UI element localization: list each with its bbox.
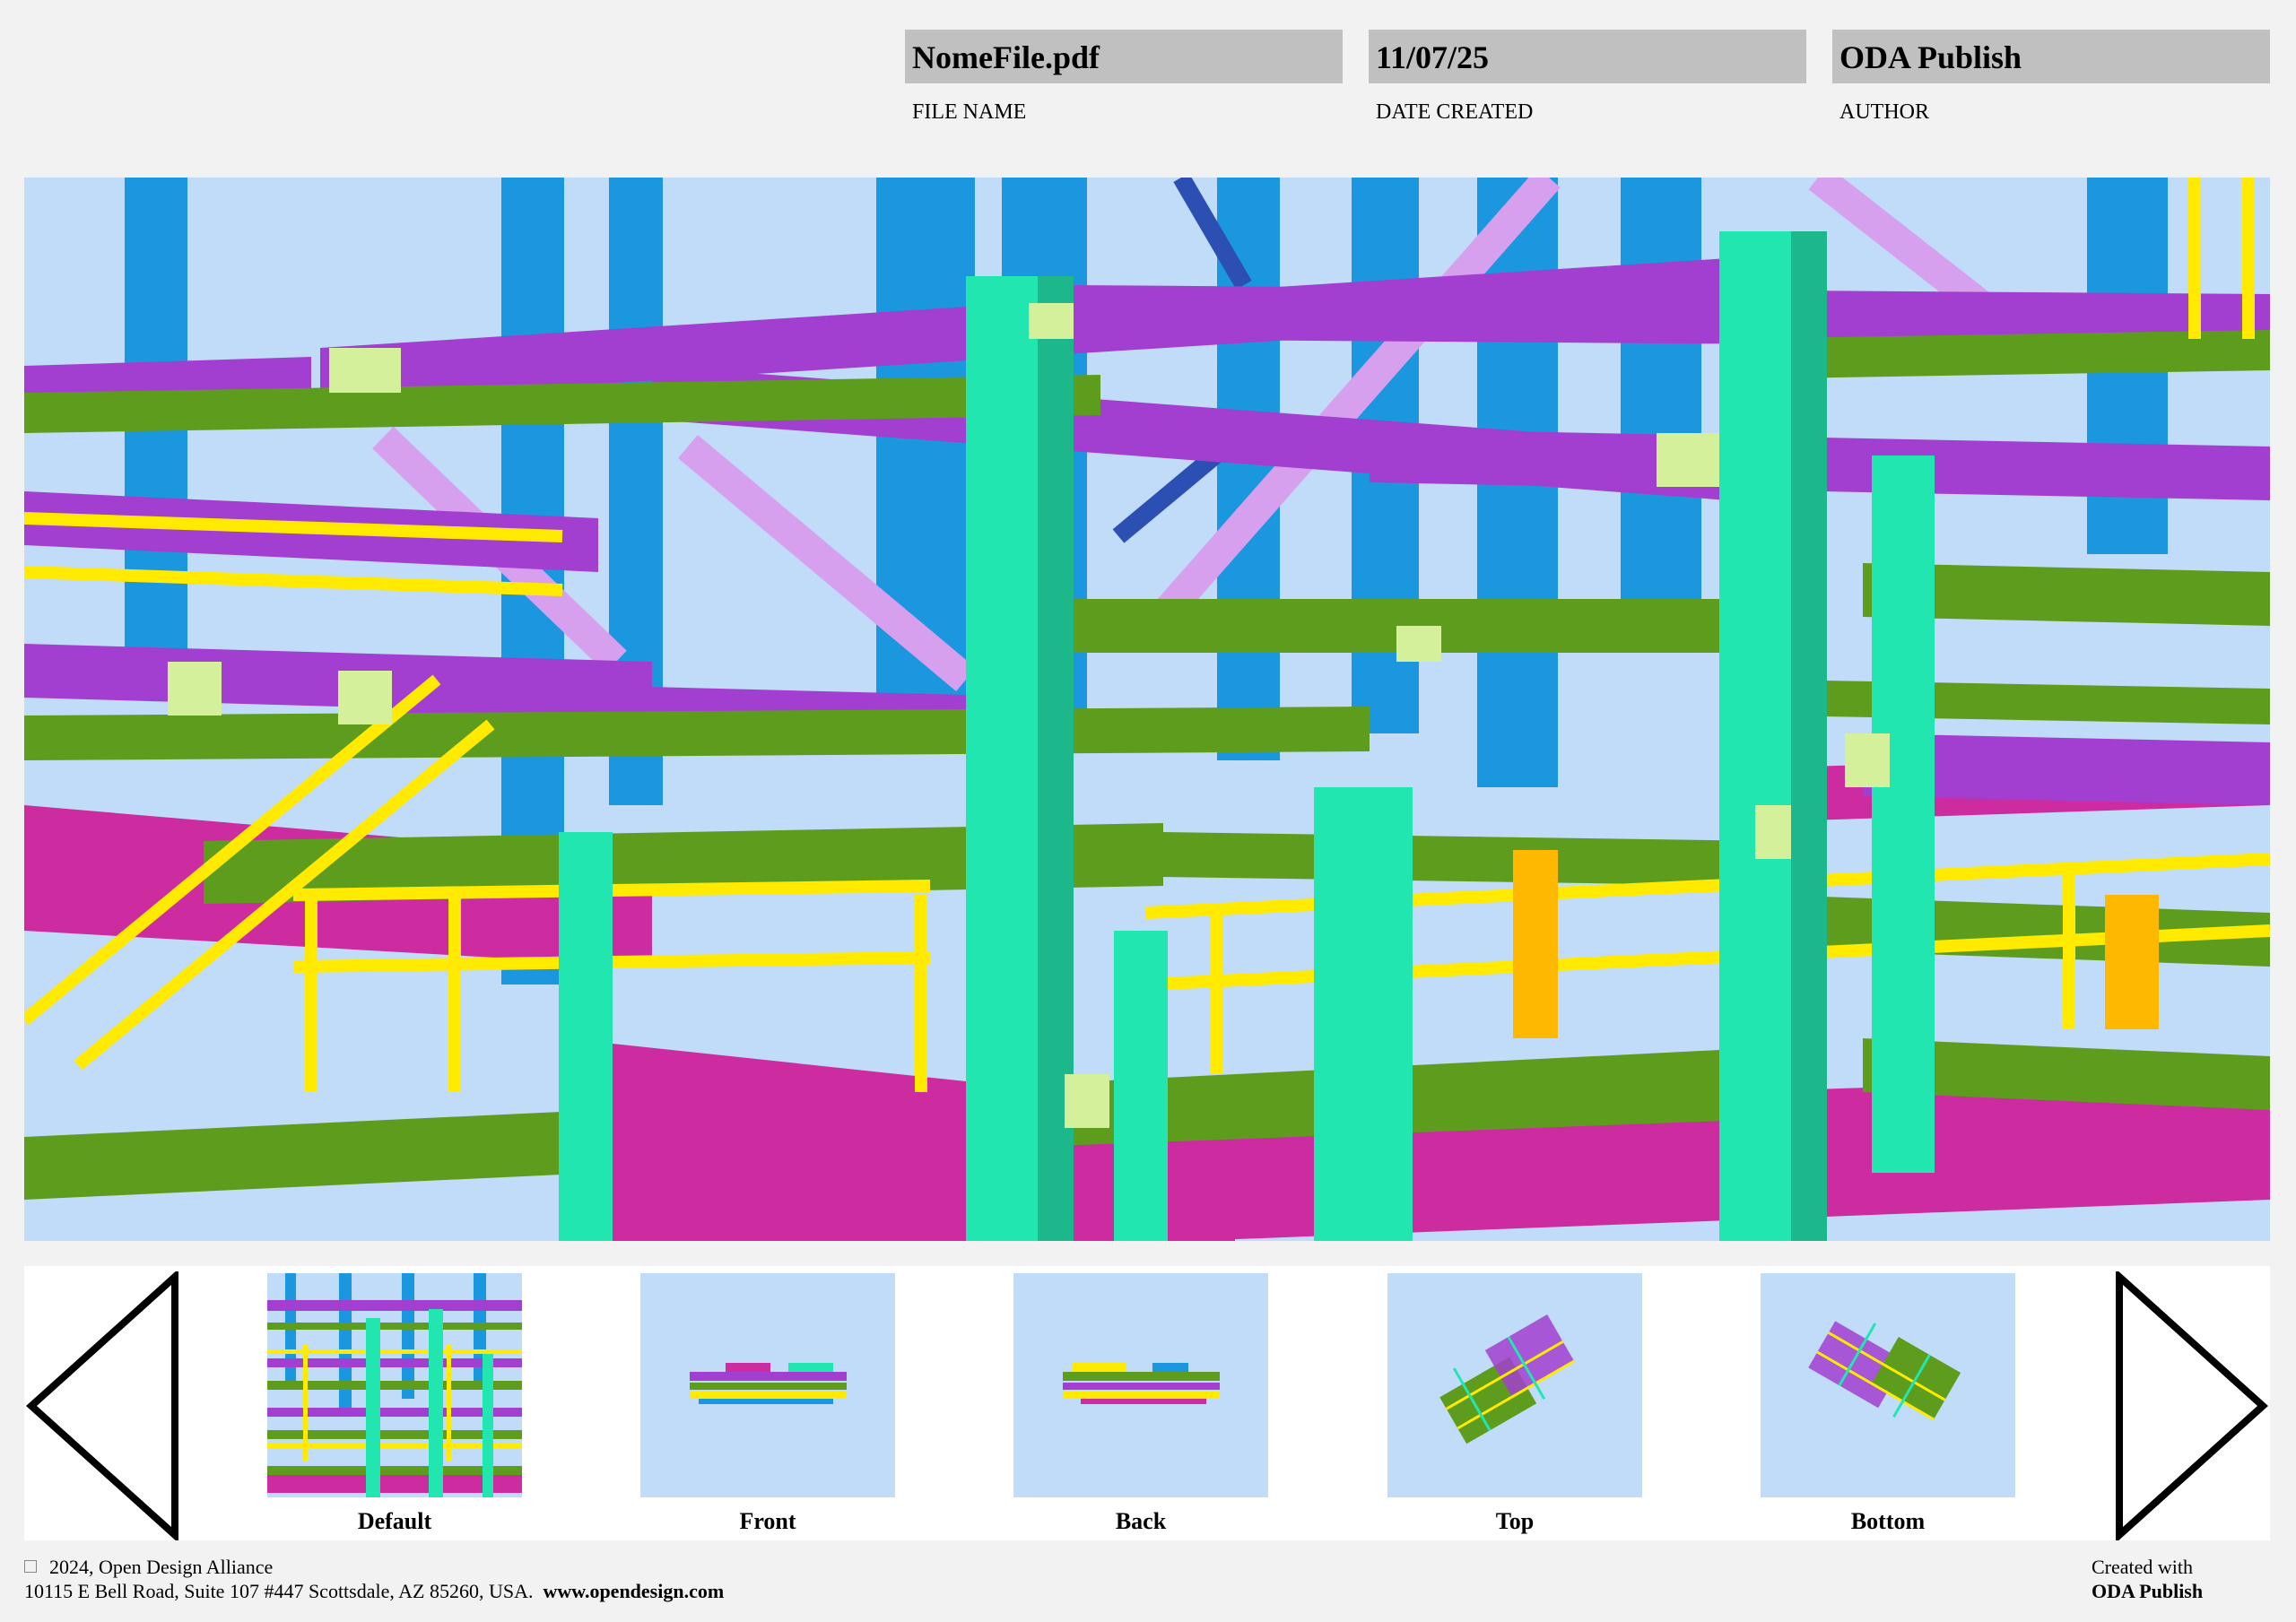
view-thumbnail-image (1013, 1273, 1268, 1497)
footer-created-with: Created with ODA Publish (2092, 1555, 2203, 1603)
view-thumbnail-image (1387, 1273, 1642, 1497)
view-thumbnail-back[interactable]: Back (1013, 1273, 1268, 1535)
triangle-left-icon (26, 1271, 178, 1540)
author-label: AUTHOR (1839, 100, 1929, 124)
model-viewport[interactable] (24, 178, 2270, 1241)
view-thumbnail-top[interactable]: Top (1387, 1273, 1642, 1535)
view-thumbnail-default[interactable]: Default (267, 1273, 522, 1535)
view-thumbnail-image (1761, 1273, 2015, 1497)
view-navigator: Default Front Back Top Bottom (24, 1266, 2270, 1540)
date-created-field: 11/07/25 DATE CREATED (1369, 30, 1806, 125)
steel-structure-render (24, 178, 2270, 1241)
view-thumbnail-front[interactable]: Front (640, 1273, 895, 1535)
view-label-default: Default (357, 1508, 432, 1534)
view-label-back: Back (1115, 1508, 1167, 1534)
view-thumbnail-bottom[interactable]: Bottom (1761, 1273, 2015, 1535)
website-link[interactable]: www.opendesign.com (544, 1580, 725, 1602)
view-label-top: Top (1495, 1508, 1535, 1534)
triangle-right-icon (2116, 1271, 2268, 1540)
copyright-icon (24, 1560, 37, 1573)
address-text: 10115 E Bell Road, Suite 107 #447 Scotts… (24, 1580, 534, 1602)
author-field: ODA Publish AUTHOR (1832, 30, 2270, 125)
view-label-front: Front (739, 1508, 796, 1534)
date-created-label: DATE CREATED (1376, 100, 1534, 124)
author-value: ODA Publish (1832, 30, 2270, 83)
view-label-bottom: Bottom (1850, 1508, 1926, 1534)
view-thumbnail-image (640, 1273, 895, 1497)
file-name-field: NomeFile.pdf FILE NAME (905, 30, 1343, 125)
next-view-button[interactable] (2109, 1271, 2270, 1540)
copyright-text: 2024, Open Design Alliance (49, 1556, 274, 1578)
date-created-value: 11/07/25 (1369, 30, 1806, 83)
previous-view-button[interactable] (24, 1271, 186, 1540)
created-with-text: Created with (2092, 1556, 2194, 1578)
product-name: ODA Publish (2092, 1580, 2204, 1602)
file-name-value: NomeFile.pdf (905, 30, 1343, 83)
footer-company-info: 2024, Open Design Alliance 10115 E Bell … (24, 1555, 724, 1603)
view-thumbnail-image (267, 1273, 522, 1497)
file-name-label: FILE NAME (912, 100, 1027, 124)
